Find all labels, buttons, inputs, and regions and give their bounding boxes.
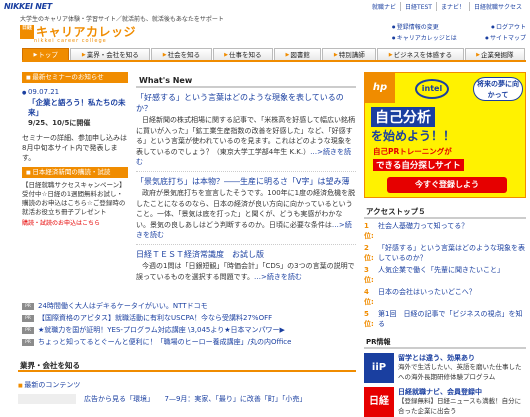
banner-subline: 自己PRトレーニングが	[373, 147, 452, 156]
intel-logo: intel	[415, 79, 449, 99]
seminar-date: 09.07.21	[22, 87, 128, 98]
header: NIKKEI NET 大学生のキャリア体験・学習サイト／就活前も、就活後もあなた…	[0, 0, 530, 46]
tab-work[interactable]: ▶仕事を知る	[212, 48, 273, 60]
access-top5-heading: アクセストップ５	[364, 206, 526, 219]
arrow-icon: ▶	[162, 52, 167, 58]
sitemap-link[interactable]: サイトマップ	[485, 33, 526, 44]
divider	[136, 243, 356, 245]
pr-item[interactable]: iiP 留学とは違う、効果あり 海外で生活したい、英語を磨いた仕事したへの海外長期…	[364, 353, 526, 383]
pr-thumbnail: iiP	[364, 353, 394, 383]
site-tagline: 大学生のキャリア体験・学習サイト／就活前も、就活後もあなたをサポート	[20, 16, 224, 23]
ranking-item[interactable]: 2位: 「好感する」という言葉はどのような現象を表しているのか？	[364, 244, 526, 263]
article-body: 政府が景気底打ちを宣言したそうです。100年に1度の経済危機を脱したことになるの…	[136, 188, 356, 241]
thumbnail[interactable]	[18, 394, 76, 404]
seminar-title-link[interactable]: 「企業と語ろう！私たちの未来」	[22, 98, 128, 118]
about-link[interactable]: キャリアカレッジとは	[392, 33, 457, 44]
pr-news-list: PR 24時間働く大人はデキるケータイがいい。NTTドコモ PR 【国際資格のアビタ…	[22, 300, 356, 348]
pr-badge: PR	[22, 326, 34, 334]
list-item[interactable]: PR 【国際資格のアビタス】就職活動に有利なUSCPA！今なら受講料27%OFF	[22, 312, 356, 324]
pr-desc: 【登録無料】日経ニュースも満載！自分に合った企業に出会う	[398, 397, 522, 415]
seminar-description: セミナーの詳細、参加申し込みは8月中旬本サイト内で発表します。	[22, 134, 127, 162]
top-link-success[interactable]: 日経就職サクセス	[468, 2, 526, 11]
banner-headline-2: を始めよう！！	[371, 129, 456, 143]
list-item[interactable]: PR ★就職力を国が証明！YES-プログラム対応講座 \3,045より★日本マンパ…	[22, 324, 356, 336]
article-body: 今週の1問は「日銀短観」「時価会計」「CDS」の3つの言葉の説明で誤っているもの…	[136, 261, 356, 282]
pr-heading: PR情報	[364, 337, 526, 349]
tab-top[interactable]: ▶トップ	[22, 48, 70, 60]
arrow-icon: ▶	[333, 52, 338, 58]
hp-logo: hp	[365, 73, 395, 103]
content-row: 広告から見る「環境」 7—9月：実家、「最り」に改善「町」「小売」	[18, 394, 356, 404]
pr-title: 日経就職ナビ、会員登録中	[398, 388, 482, 396]
list-item[interactable]: PR ちょっと知ってるとぐーんと便利に！「職場のヒーロー養成講座」/丸の内Offi…	[22, 336, 356, 348]
register-now-button[interactable]: 今すぐ登録しよう	[387, 177, 507, 193]
seminar-schedule: 9/25、10/5に開催	[28, 119, 91, 127]
tab-society[interactable]: ▶社会を知る	[151, 48, 212, 60]
tab-industry[interactable]: ▶業界・会社を知る	[70, 48, 151, 60]
pr-thumbnail: 日経	[364, 387, 394, 417]
ranking-item[interactable]: 5位: 第1回 日経の記事で「ビジネスの視点」を知る	[364, 310, 526, 329]
brand-mark: 日経	[20, 24, 34, 39]
arrow-icon: ▶	[476, 52, 480, 58]
ranking-item[interactable]: 3位: 人気企業で働く「先輩に聞きたいこと」	[364, 266, 526, 285]
read-more-link[interactable]: 続きを読む	[254, 273, 302, 281]
list-item[interactable]: PR 24時間働く大人はデキるケータイがいい。NTTドコモ	[22, 300, 356, 312]
banner-subline-2: できる自分探しサイト	[373, 159, 464, 171]
brand-subtitle: nikkei career college	[34, 38, 107, 44]
banner-bubble: 将来の夢に向かって	[473, 77, 523, 101]
industry-heading: 業界・会社を知る	[18, 360, 356, 372]
logout-link[interactable]: ログアウト	[491, 22, 526, 33]
pr-title: 留学とは違う、効果あり	[398, 354, 475, 362]
pr-badge: PR	[22, 314, 34, 322]
tab-discovery[interactable]: ▶企業発掘隊	[464, 48, 525, 60]
arrow-icon: ▶	[81, 52, 86, 58]
article-title-link[interactable]: 「好感する」という言葉はどのような現象を表しているのか？	[136, 92, 356, 114]
right-column: hp intel 将来の夢に向かって 自己分析 を始めよう！！ 自己PRトレーニ…	[364, 72, 526, 417]
pr-badge: PR	[22, 338, 34, 346]
top-links: 就職ナビ 日経TEST まナビ！ 日経就職サクセス	[368, 2, 526, 11]
hp-intel-banner[interactable]: hp intel 将来の夢に向かって 自己分析 を始めよう！！ 自己PRトレーニ…	[364, 72, 526, 198]
whats-new-section: What's New 「好感する」という言葉はどのような現象を表しているのか？ …	[136, 75, 356, 282]
article-title-link[interactable]: 日経ＴＥＳＴ経済常識度 お試し版	[136, 249, 356, 260]
ranking-item[interactable]: 1位: 社会人基礎力って知ってる？	[364, 222, 526, 241]
global-nav: ▶トップ ▶業界・会社を知る ▶社会を知る ▶仕事を知る ▶図書館 ▶特別講師 …	[22, 48, 526, 62]
arrow-icon: ▶	[388, 52, 393, 58]
pr-desc: 海外で生活したい、英語を磨いた仕事したへの海外長期研修体験プログラム	[398, 363, 522, 381]
content-link[interactable]: 広告から見る「環境」 7—9月：実家、「最り」に改善「町」「小売」	[84, 394, 306, 404]
article: 日経ＴＥＳＴ経済常識度 お試し版 今週の1問は「日銀短観」「時価会計」「CDS」…	[136, 249, 356, 282]
article-body: 日経新聞の株式相場に関する記事で、「米株高を好感して幅広い銘柄に買いが入った」「…	[136, 115, 356, 168]
pr-item[interactable]: 日経 日経就職ナビ、会員登録中 【登録無料】日経ニュースも満載！自分に合った企業に…	[364, 387, 526, 417]
arrow-icon: ▶	[224, 52, 228, 58]
left-column: 最新セミナーのお知らせ 09.07.21 「企業と語ろう！私たちの未来」 9/2…	[22, 72, 128, 228]
industry-section: 業界・会社を知る 最新のコンテンツ 広告から見る「環境」 7—9月：実家、「最り…	[18, 360, 356, 404]
user-links: 登録情報の変更 ログアウト キャリアカレッジとは サイトマップ	[392, 22, 526, 44]
top-link-manabi[interactable]: まナビ！	[435, 2, 469, 11]
top-link-shushoku-navi[interactable]: 就職ナビ	[368, 2, 400, 11]
arrow-icon: ▶	[33, 52, 38, 58]
article: 「好感する」という言葉はどのような現象を表しているのか？ 日経新聞の株式相場に関…	[136, 92, 356, 172]
article-title-link[interactable]: 「景気底打ち」は本物？――生産に明るさ「V字」は望み薄	[136, 176, 356, 187]
edit-registration-link[interactable]: 登録情報の変更	[392, 22, 439, 33]
banner-headline: 自己分析	[371, 107, 435, 127]
nikkei-logo[interactable]: NIKKEI NET	[4, 2, 52, 11]
subscription-heading: 日本経済新聞の購読・試読	[22, 167, 128, 178]
arrow-icon: ▶	[285, 52, 290, 58]
article: 「景気底打ち」は本物？――生産に明るさ「V字」は望み薄 政府が景気底打ちを宣言し…	[136, 176, 356, 245]
subscription-link[interactable]: 購読・試読のお申込はこちら	[22, 219, 128, 228]
top-link-nikkei-test[interactable]: 日経TEST	[400, 2, 436, 11]
latest-content-heading: 最新のコンテンツ	[18, 380, 356, 391]
seminar-heading: 最新セミナーのお知らせ	[22, 72, 128, 83]
subscription-text: 【日経就職サクセスキャンペーン】受付中☆日経の1週間無料お試し・購読のお申込はこ…	[22, 181, 126, 216]
tab-business[interactable]: ▶ビジネスを体感する	[377, 48, 464, 60]
divider	[136, 170, 356, 172]
pr-badge: PR	[22, 302, 34, 310]
ranking-item[interactable]: 4位: 日本の会社はいったいどこへ？	[364, 288, 526, 307]
tab-library[interactable]: ▶図書館	[274, 48, 322, 60]
whats-new-heading: What's New	[136, 75, 356, 88]
tab-lecturer[interactable]: ▶特別講師	[322, 48, 377, 60]
